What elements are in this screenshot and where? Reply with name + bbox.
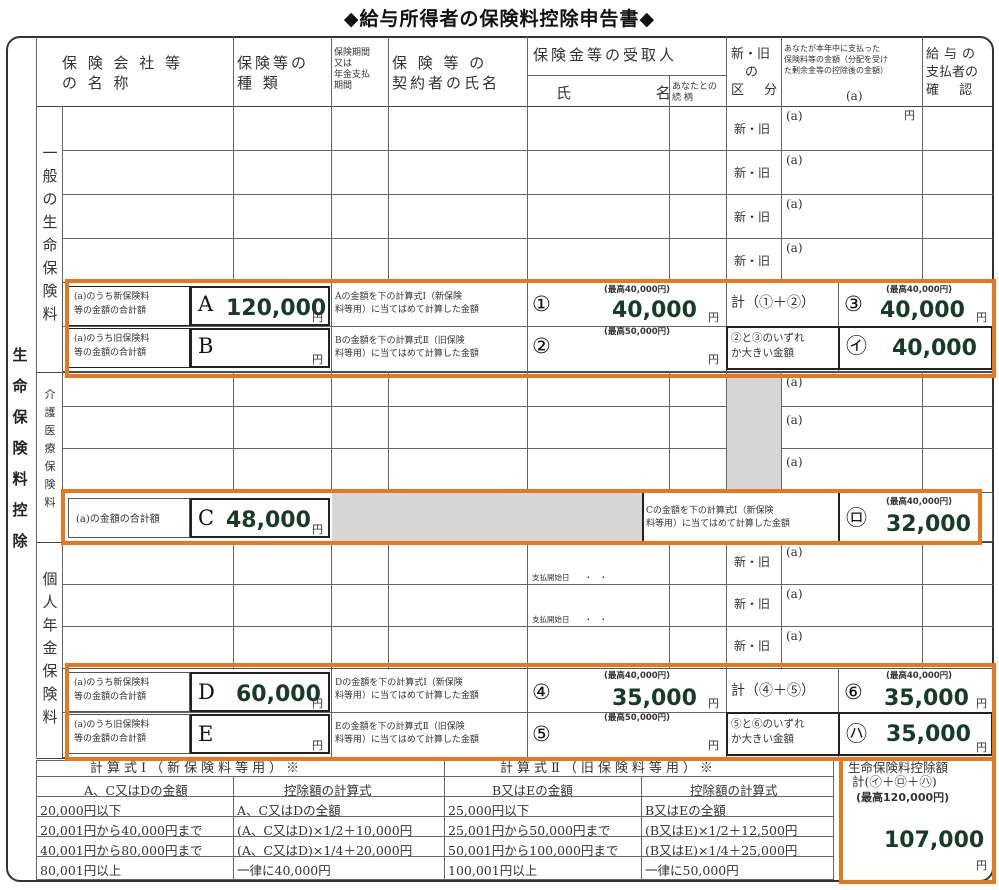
general-a-3: (a) (786, 197, 803, 211)
formula1-title: 計算式Ⅰ（新保険料等用）※ (90, 761, 304, 776)
hdr-type-1: 保険等の (237, 54, 310, 72)
formula1-row2-calc: (A、C又はD)×1/2＋10,000円 (237, 823, 413, 838)
formula2-row4-calc: 一律に50,000円 (645, 863, 739, 878)
highlight-general-summary (65, 279, 996, 378)
hdr-amount-a: (a) (846, 89, 863, 103)
formula1-row3-range: 40,001円から80,000円まで (40, 843, 203, 858)
pension-start-1: 支払開始日 ・ ・ (532, 573, 607, 582)
hdr-type-2: 種 類 (237, 74, 281, 92)
hdr-company-1: 保 険 会 社 等 (62, 54, 184, 72)
general-label-text: 一般の生命保険料 (42, 144, 58, 323)
pension-newold-3: 新・旧 (734, 639, 771, 653)
hdr-recipient: 保険金等の受取人 (533, 46, 678, 64)
highlight-total (839, 757, 996, 884)
general-newold-3: 新・旧 (734, 210, 771, 224)
general-label: 一般の生命保険料 (40, 142, 60, 326)
formula1-col2: 控除額の計算式 (284, 783, 372, 798)
hdr-confirm-1: 給与の (926, 47, 981, 62)
formula2-row1-range: 25,000円以下 (448, 803, 530, 818)
formula1-col1: A、C又はDの金額 (84, 783, 188, 798)
form-title: ◆給与所得者の保険料控除申告書◆ (343, 8, 656, 30)
hdr-newold-2: の (745, 65, 759, 80)
formula2-row3-calc: (B又はE)×1/4＋25,000円 (645, 843, 798, 858)
general-a-1-yen: 円 (904, 109, 915, 122)
pension-label: 個人年金保険料 (40, 568, 60, 729)
formula2-col1: B又はEの金額 (492, 783, 573, 798)
formula2-col2: 控除額の計算式 (690, 783, 778, 798)
hdr-period-1: 保険期間 (334, 48, 371, 58)
side-label-life-insurance: 生命保険料控除 (10, 340, 30, 557)
formula1-row2-range: 20,001円から40,000円まで (40, 823, 203, 838)
hdr-period-3: 年金支払 (334, 70, 371, 80)
hdr-recipient-rel-2: 続 柄 (672, 93, 693, 103)
highlight-pension-summary (65, 663, 996, 761)
hdr-contractor-2: 契約者の氏名 (392, 74, 501, 92)
formula2-row4-range: 100,001円以上 (448, 863, 538, 878)
hdr-amount-3: た剰余金等の控除後の金額） (784, 66, 888, 75)
general-a-4: (a) (786, 241, 803, 255)
formula2-row2-range: 25,001円から50,000円まで (448, 823, 611, 838)
care-newold-gray (727, 373, 781, 490)
pension-newold-2: 新・旧 (734, 597, 771, 611)
formula2-row3-range: 50,001円から100,000円まで (448, 843, 619, 858)
pension-a-1: (a) (786, 545, 803, 559)
hdr-newold-1: 新・旧 (731, 47, 771, 62)
pension-start-2: 支払開始日 ・ ・ (532, 615, 607, 624)
side-label-text: 生命保険料控除 (12, 346, 28, 550)
formula1-row3-calc: (A、C又はD)×1/4＋20,000円 (237, 843, 413, 858)
hdr-company-2: の 名 称 (62, 74, 132, 92)
general-newold-1: 新・旧 (734, 122, 771, 136)
general-newold-2: 新・旧 (734, 166, 771, 180)
formula2-row2-calc: (B又はE)×1/2＋12,500円 (645, 823, 798, 838)
hdr-period-2: 又は (334, 59, 353, 69)
pension-label-text: 個人年金保険料 (42, 570, 58, 726)
hdr-contractor-1: 保 険 等 の (392, 54, 488, 72)
hdr-newold-3: 区 分 (731, 83, 786, 98)
formula1-row4-calc: 一律に40,000円 (237, 863, 331, 878)
pension-newold-1: 新・旧 (734, 555, 771, 569)
formula1-row1-calc: A、C又はDの全額 (237, 803, 341, 818)
hdr-confirm-2: 支払者の (926, 65, 979, 80)
general-a-2: (a) (786, 153, 803, 167)
care-label: 介護医療保険料 (40, 386, 60, 512)
care-label-text: 介護医療保険料 (44, 388, 56, 509)
highlight-care-summary (61, 489, 982, 545)
pension-a-3: (a) (786, 629, 803, 643)
formula1-row1-range: 20,000円以下 (40, 803, 122, 818)
hdr-confirm-3: 確 認 (926, 83, 981, 98)
hdr-recipient-rel-1: あなたとの (672, 82, 717, 92)
pension-a-2: (a) (786, 587, 803, 601)
care-a-2: (a) (786, 413, 803, 427)
formula1-row4-range: 80,001円以上 (40, 863, 122, 878)
hdr-period-4: 期間 (334, 81, 353, 91)
care-a-3: (a) (786, 455, 803, 469)
general-a-1: (a) (786, 109, 803, 123)
hdr-amount-1: あなたが本年中に支払った (784, 44, 880, 53)
formula2-row1-calc: B又はEの全額 (645, 803, 726, 818)
deduction-form-page: ◆給与所得者の保険料控除申告書◆ 生命保険料控除 保 険 会 社 等 の 名 称… (0, 0, 999, 890)
hdr-amount-2: 保険料等の金額（分配を受け (784, 55, 888, 64)
formula2-title: 計算式Ⅱ（旧保険料等用）※ (500, 761, 717, 776)
general-newold-4: 新・旧 (734, 254, 771, 268)
